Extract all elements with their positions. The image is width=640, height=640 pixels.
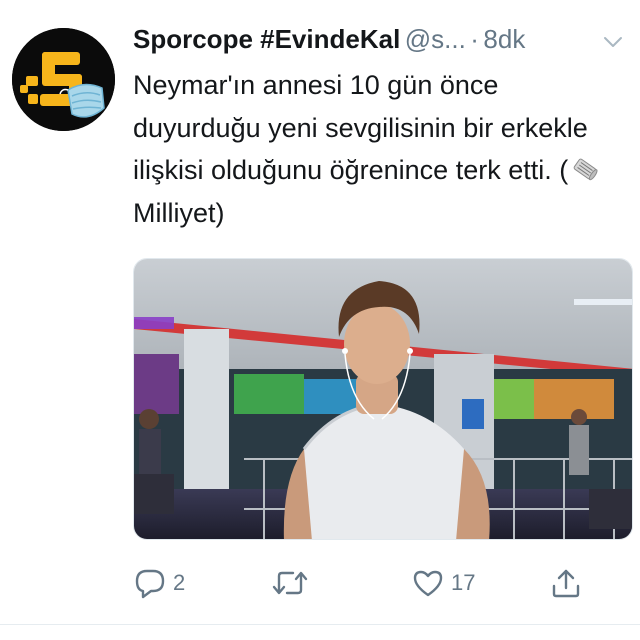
author-name[interactable]: Sporcope #EvindeKal: [133, 24, 400, 54]
sporcope-logo-icon: [12, 28, 115, 131]
retweet-icon: [272, 571, 308, 595]
separator-dot: ·: [470, 24, 479, 54]
gym-photo: [134, 259, 632, 539]
share-button[interactable]: [549, 563, 583, 603]
retweet-button[interactable]: [271, 563, 315, 603]
tweet-media-image[interactable]: [133, 258, 633, 540]
tweet-actions: 2 17: [133, 563, 633, 603]
tweet-text-source: Milliyet): [133, 197, 225, 228]
reply-button[interactable]: 2: [133, 563, 185, 603]
tweet-text: Neymar'ın annesi 10 gün önce duyurduğu y…: [133, 64, 633, 234]
divider: [0, 624, 640, 625]
reply-count: 2: [173, 570, 186, 595]
author-handle[interactable]: @s...: [405, 24, 466, 54]
tweet-header: Sporcope #EvindeKal @s... · 8dk: [133, 24, 633, 60]
heart-icon: [413, 570, 443, 597]
chevron-down-icon[interactable]: [601, 30, 625, 54]
like-count: 17: [451, 570, 476, 595]
reply-icon: [135, 569, 165, 599]
rolled-newspaper-icon: [573, 158, 598, 181]
tweet-text-main: Neymar'ın annesi 10 gün önce duyurduğu y…: [133, 70, 588, 185]
like-button[interactable]: 17: [411, 563, 475, 603]
tweet-time[interactable]: 8dk: [483, 24, 525, 54]
tweet[interactable]: Sporcope #EvindeKal @s... · 8dk Neymar'ı…: [0, 0, 640, 640]
avatar[interactable]: [12, 28, 115, 131]
share-icon: [552, 569, 580, 598]
